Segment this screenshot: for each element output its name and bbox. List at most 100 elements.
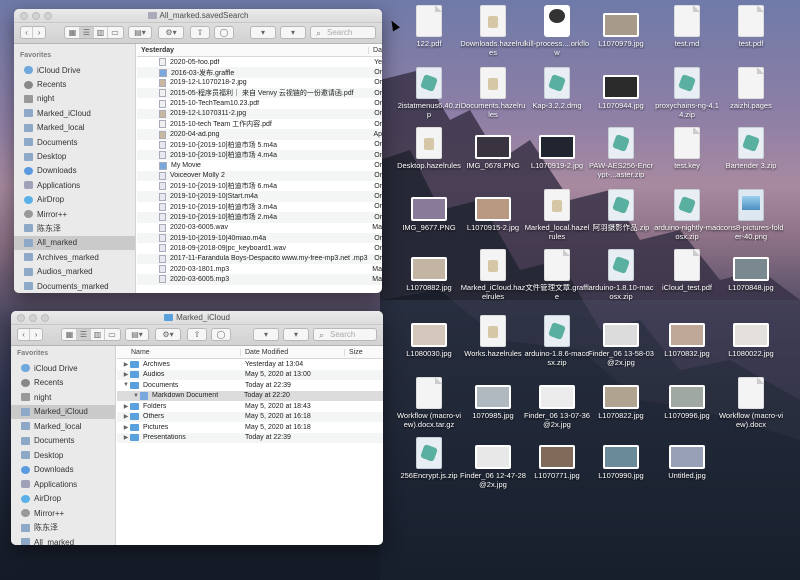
sidebar-item[interactable]: Mirror++ bbox=[11, 506, 115, 521]
table-row[interactable]: 2016-03-发布.graffle Or bbox=[137, 67, 382, 78]
desktop-icon[interactable]: Marked_local.hazelrules bbox=[524, 189, 590, 241]
sidebar-item[interactable]: Desktop bbox=[11, 448, 115, 463]
desktop-icon[interactable]: test.md bbox=[654, 5, 720, 49]
sidebar-item[interactable]: Downloads bbox=[14, 164, 135, 178]
table-row[interactable]: ▶ Audios May 5, 2020 at 13:00 bbox=[117, 369, 383, 380]
desktop-icon[interactable]: 阿羽摄影作品.zip bbox=[588, 189, 654, 233]
sidebar-item[interactable]: Applications bbox=[11, 477, 115, 492]
desktop-icon[interactable]: PAW-AES256-Encrypt-...aster.zip bbox=[588, 127, 654, 179]
table-row[interactable]: 2018-09-[2018-09]pc_keyboard1.wav Or bbox=[137, 243, 382, 253]
desktop-icon[interactable]: arduino-1.8.10-macosx.zip bbox=[588, 249, 654, 301]
view-mode-buttons[interactable]: ▦ ☰ ▥ ▭ bbox=[64, 26, 124, 39]
disclosure-triangle-icon[interactable]: ▶ bbox=[122, 434, 130, 441]
desktop-icon[interactable]: L1070919-2.jpg bbox=[524, 127, 590, 171]
tags-button[interactable]: ◯ bbox=[214, 26, 234, 39]
column-view-icon[interactable]: ▥ bbox=[91, 329, 105, 340]
desktop-icon[interactable]: Finder_06 13-58-03@2x.jpg bbox=[588, 315, 654, 367]
table-row[interactable]: ▶ Presentations Today at 22:39 bbox=[117, 432, 383, 443]
sidebar-item[interactable]: Documents bbox=[14, 135, 135, 149]
sidebar-item[interactable]: All_marked bbox=[14, 235, 135, 251]
table-row[interactable]: ▶ Others May 5, 2020 at 16:18 bbox=[117, 411, 383, 422]
sidebar-item[interactable]: Documents_marked bbox=[14, 279, 135, 293]
desktop-icon[interactable]: L1070996.jpg bbox=[654, 377, 720, 421]
desktop-icon[interactable]: Works.hazelrules bbox=[460, 315, 526, 359]
share-button[interactable]: ⇧ bbox=[187, 328, 207, 341]
desktop-icon[interactable]: arduino-1.8.6-macosx.zip bbox=[524, 315, 590, 367]
desktop-icon[interactable]: Untitled.jpg bbox=[654, 437, 720, 481]
sidebar-item[interactable]: All_marked bbox=[11, 535, 115, 545]
desktop-icon[interactable]: kill-process....orkflow bbox=[524, 5, 590, 57]
sidebar-item[interactable]: Marked_iCloud bbox=[11, 404, 115, 419]
sidebar-item[interactable]: Mirror++ bbox=[14, 207, 135, 221]
table-row[interactable]: 2015-10-tech Team 工作内容.pdf Or bbox=[137, 119, 382, 129]
desktop-icon[interactable]: Workflow (macro-view).docx.tar.gz bbox=[396, 377, 462, 429]
disclosure-triangle-icon[interactable]: ▶ bbox=[122, 371, 130, 378]
icon-view-icon[interactable]: ▦ bbox=[66, 27, 80, 38]
table-row[interactable]: 2015-05-程序员福利｜ 来自 Venvy 云视链的一份邀请函.pdf Or bbox=[137, 88, 382, 99]
column-header-date[interactable]: Date Modified bbox=[241, 348, 345, 356]
desktop-icon[interactable]: Bartender 3.zip bbox=[718, 127, 784, 171]
sidebar-item[interactable]: 陈东泽 bbox=[11, 521, 115, 536]
forward-icon[interactable]: › bbox=[33, 27, 45, 38]
sidebar-item[interactable]: night bbox=[14, 92, 135, 106]
sidebar-item[interactable]: Applications bbox=[14, 178, 135, 192]
disclosure-triangle-icon[interactable]: ▶ bbox=[122, 413, 130, 420]
sidebar-item[interactable]: Desktop bbox=[14, 149, 135, 163]
window-titlebar[interactable]: Marked_iCloud bbox=[11, 311, 383, 325]
desktop-icon[interactable]: Desktop.hazelrules bbox=[396, 127, 462, 171]
search-input[interactable]: ⌕ Search bbox=[310, 26, 376, 39]
sidebar-item[interactable]: Marked_iCloud bbox=[14, 106, 135, 120]
gallery-view-icon[interactable]: ▭ bbox=[105, 329, 119, 340]
table-row[interactable]: ▼ Markdown Document Today at 22:20 bbox=[117, 390, 383, 401]
disclosure-triangle-icon[interactable]: ▶ bbox=[122, 403, 130, 410]
forward-icon[interactable]: › bbox=[30, 329, 42, 340]
desktop-icon[interactable]: proxychains-ng-4.14.zip bbox=[654, 67, 720, 119]
back-forward-buttons[interactable]: ‹ › bbox=[17, 328, 43, 341]
disclosure-triangle-icon[interactable]: ▼ bbox=[132, 393, 140, 399]
desktop-icon[interactable]: 文件管理文章.graffle bbox=[524, 249, 590, 301]
table-row[interactable]: 2020-03-6005.mp3 Ma bbox=[137, 274, 382, 285]
desktop-icon[interactable]: Documents.hazelrules bbox=[460, 67, 526, 119]
desktop-icon[interactable]: IMG_9677.PNG bbox=[396, 189, 462, 233]
window-titlebar[interactable]: All_marked.savedSearch bbox=[14, 9, 382, 23]
desktop-icon[interactable]: icons8-pictures-folder-40.png bbox=[718, 189, 784, 241]
back-forward-buttons[interactable]: ‹ › bbox=[20, 26, 46, 39]
sidebar-item[interactable]: AirDrop bbox=[14, 193, 135, 207]
table-row[interactable]: ▶ Pictures May 5, 2020 at 16:18 bbox=[117, 422, 383, 433]
desktop-icon[interactable]: L1070979.jpg bbox=[588, 5, 654, 49]
desktop-icon[interactable]: Finder_06 13-07-36@2x.jpg bbox=[524, 377, 590, 429]
table-row[interactable]: 2019-10-[2019-10]柏迪市场 6.m4a Or bbox=[137, 181, 382, 191]
table-row[interactable]: 2019-12-L1070218-2.jpg Or bbox=[137, 78, 382, 88]
table-row[interactable]: 2015-10-TechTeam10.23.pdf Or bbox=[137, 98, 382, 108]
table-row[interactable]: 2020-03-1801.mp3 Ma bbox=[137, 264, 382, 274]
sidebar-item[interactable]: Downloads bbox=[11, 463, 115, 478]
desktop-icon[interactable]: L1080030.jpg bbox=[396, 315, 462, 359]
back-icon[interactable]: ‹ bbox=[21, 27, 34, 38]
table-row[interactable]: 2019-10-[2019-10]柏迪市场 5.m4a Or bbox=[137, 140, 382, 150]
sidebar-item[interactable]: night bbox=[11, 390, 115, 405]
gallery-view-icon[interactable]: ▭ bbox=[108, 27, 122, 38]
table-row[interactable]: ▶ Archives Yesterday at 13:04 bbox=[117, 359, 383, 370]
table-row[interactable]: 2019-10-[2019-10]40miao.m4a Or bbox=[137, 232, 382, 244]
table-row[interactable]: 2020-04-ad.png Ap bbox=[137, 129, 382, 140]
action-button[interactable]: ⚙▾ bbox=[158, 26, 184, 39]
desktop-icon[interactable]: IMG_0678.PNG bbox=[460, 127, 526, 171]
desktop-icon[interactable]: L1070771.jpg bbox=[524, 437, 590, 481]
desktop-icon[interactable]: zaizhi.pages bbox=[718, 67, 784, 111]
sidebar-item[interactable]: Documents bbox=[11, 434, 115, 449]
disclosure-triangle-icon[interactable]: ▶ bbox=[122, 424, 130, 431]
desktop-icon[interactable]: L1070944.jpg bbox=[588, 67, 654, 111]
sidebar-item[interactable]: iCloud Drive bbox=[14, 63, 135, 77]
desktop-icon[interactable]: Kap-3.2.2.dmg bbox=[524, 67, 590, 111]
sidebar-item[interactable]: Recents bbox=[14, 77, 135, 91]
sidebar-item[interactable]: Marked_local bbox=[14, 121, 135, 135]
sidebar-item[interactable]: Recents bbox=[11, 376, 115, 391]
column-header-name[interactable]: Yesterday bbox=[137, 46, 370, 54]
table-row[interactable]: 2019-10-[2019-10]柏迪市场 4.m4a Or bbox=[137, 150, 382, 161]
search-input[interactable]: ⌕ Search bbox=[313, 328, 377, 341]
desktop-icon[interactable]: L1070832.jpg bbox=[654, 315, 720, 359]
sidebar-item[interactable]: Marked_local bbox=[11, 419, 115, 434]
table-row[interactable]: Voiceover Molly 2 Or bbox=[137, 170, 382, 182]
column-view-icon[interactable]: ▥ bbox=[94, 27, 108, 38]
table-row[interactable]: 2017-11-Farandula Boys-Despacito www.my-… bbox=[137, 253, 382, 264]
